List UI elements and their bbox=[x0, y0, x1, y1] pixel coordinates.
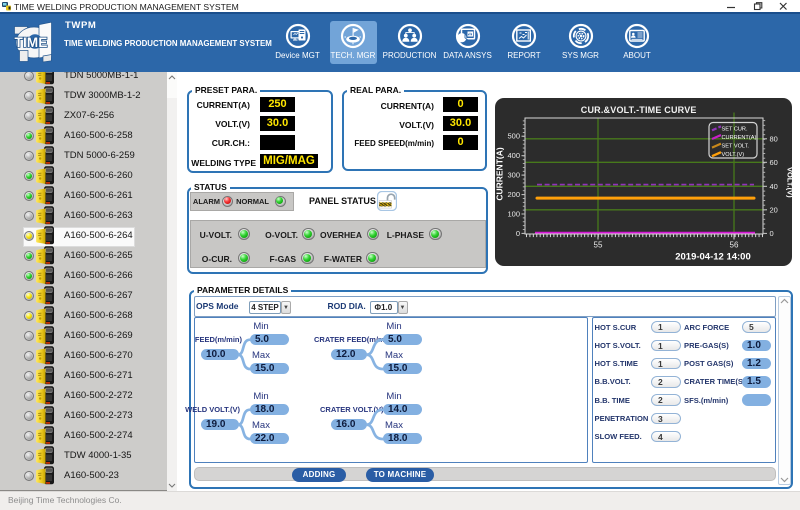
svg-text:20: 20 bbox=[770, 205, 778, 214]
svg-text:CURRENT(A): CURRENT(A) bbox=[495, 147, 505, 201]
svg-text:0: 0 bbox=[516, 229, 520, 238]
svg-text:500: 500 bbox=[507, 132, 520, 141]
svg-text:200: 200 bbox=[507, 190, 520, 199]
svg-text:SET VOLT.: SET VOLT. bbox=[722, 144, 750, 150]
svg-text:TIME: TIME bbox=[15, 35, 48, 50]
svg-text:80: 80 bbox=[770, 134, 778, 143]
svg-text:40: 40 bbox=[770, 182, 778, 191]
svg-text:CURRENT(A): CURRENT(A) bbox=[722, 135, 757, 141]
svg-text:0: 0 bbox=[770, 229, 774, 238]
svg-text:300: 300 bbox=[507, 171, 520, 180]
svg-text:56: 56 bbox=[730, 241, 739, 250]
svg-text:400: 400 bbox=[507, 151, 520, 160]
svg-text:60: 60 bbox=[770, 158, 778, 167]
svg-text:CUR.&VOLT.-TIME CURVE: CUR.&VOLT.-TIME CURVE bbox=[581, 105, 697, 115]
svg-text:VOLT.(V): VOLT.(V) bbox=[722, 152, 745, 158]
svg-text:SET CUR.: SET CUR. bbox=[722, 126, 748, 132]
svg-text:55: 55 bbox=[594, 241, 603, 250]
svg-text:VOLT.(V): VOLT.(V) bbox=[785, 167, 792, 198]
svg-text:100: 100 bbox=[507, 210, 520, 219]
svg-text:2019-04-12 14:00: 2019-04-12 14:00 bbox=[675, 252, 751, 263]
